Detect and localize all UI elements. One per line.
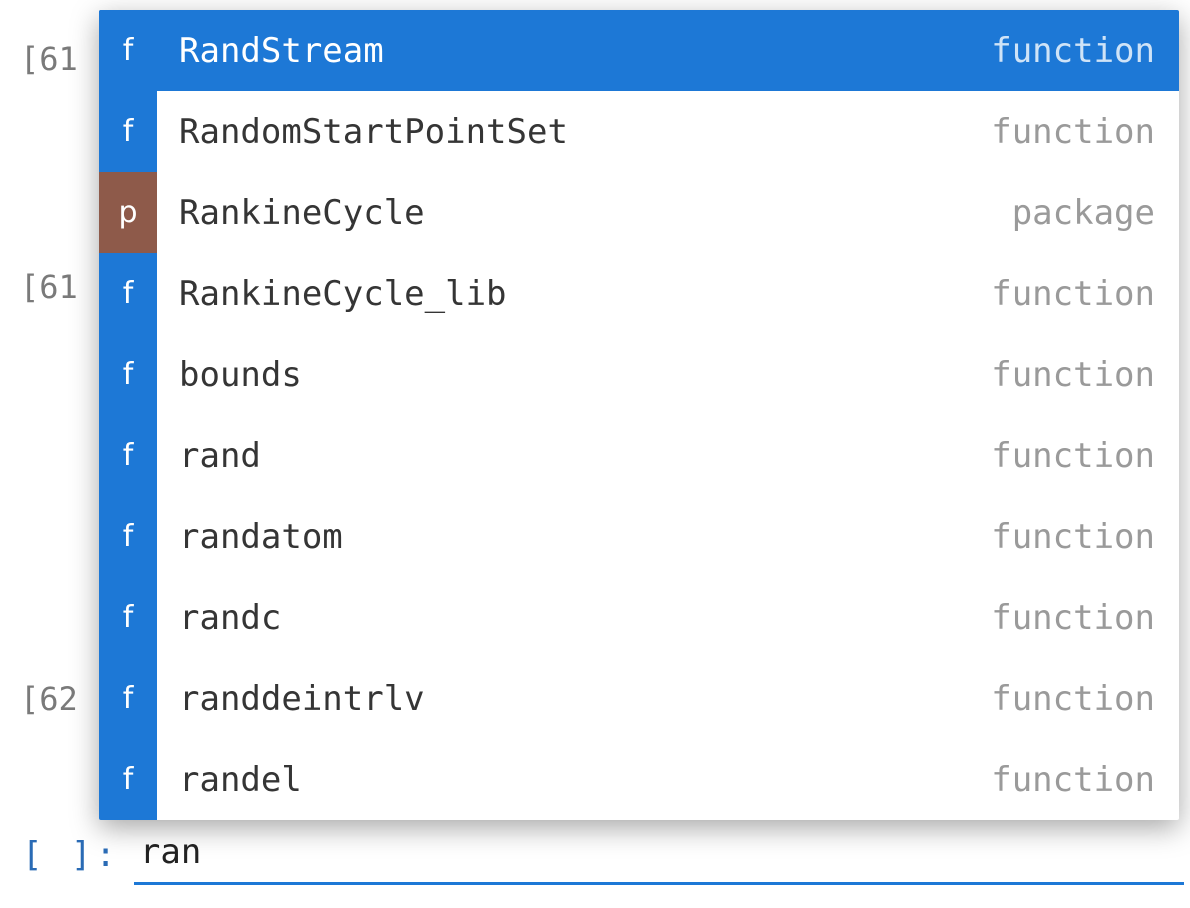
function-icon: f <box>99 334 157 415</box>
autocomplete-item[interactable]: frandfunction <box>99 415 1179 496</box>
autocomplete-item-kind: function <box>991 274 1179 314</box>
function-icon: f <box>99 91 157 172</box>
function-icon: f <box>99 253 157 334</box>
autocomplete-item-name: RandStream <box>157 31 991 71</box>
cell-prompt-61a: [61 <box>20 40 78 78</box>
autocomplete-item-name: randdeintrlv <box>157 679 991 719</box>
autocomplete-item-kind: function <box>991 112 1179 152</box>
autocomplete-item-name: randc <box>157 598 991 638</box>
function-icon: f <box>99 496 157 577</box>
autocomplete-item[interactable]: pRankineCyclepackage <box>99 172 1179 253</box>
autocomplete-item[interactable]: fRankineCycle_libfunction <box>99 253 1179 334</box>
function-icon: f <box>99 577 157 658</box>
function-icon: f <box>99 10 157 91</box>
autocomplete-popup[interactable]: fRandStreamfunctionfRandomStartPointSetf… <box>99 10 1179 820</box>
autocomplete-item-kind: function <box>991 31 1179 71</box>
autocomplete-item-name: RankineCycle <box>157 193 1012 233</box>
autocomplete-item[interactable]: fboundsfunction <box>99 334 1179 415</box>
autocomplete-item-kind: function <box>991 517 1179 557</box>
input-row: [ ]: <box>22 825 1184 885</box>
autocomplete-item-kind: function <box>991 598 1179 638</box>
cell-prompt-62: [62 <box>20 680 78 718</box>
autocomplete-item-name: rand <box>157 436 991 476</box>
autocomplete-item[interactable]: frandelfunction <box>99 739 1179 820</box>
package-icon: p <box>99 172 157 253</box>
function-icon: f <box>99 415 157 496</box>
autocomplete-item-name: RankineCycle_lib <box>157 274 991 314</box>
autocomplete-item[interactable]: frandcfunction <box>99 577 1179 658</box>
prompt-bracket: [ ]: <box>22 835 120 875</box>
code-input[interactable] <box>134 825 1184 885</box>
autocomplete-item[interactable]: fRandomStartPointSetfunction <box>99 91 1179 172</box>
autocomplete-item[interactable]: frandatomfunction <box>99 496 1179 577</box>
autocomplete-item-name: RandomStartPointSet <box>157 112 991 152</box>
autocomplete-item-kind: function <box>991 436 1179 476</box>
cell-prompt-61b: [61 <box>20 268 78 306</box>
autocomplete-item-kind: function <box>991 760 1179 800</box>
autocomplete-item[interactable]: franddeintrlvfunction <box>99 658 1179 739</box>
autocomplete-item-kind: package <box>1012 193 1179 233</box>
autocomplete-item-name: bounds <box>157 355 991 395</box>
function-icon: f <box>99 658 157 739</box>
autocomplete-item-name: randatom <box>157 517 991 557</box>
autocomplete-item-kind: function <box>991 355 1179 395</box>
function-icon: f <box>99 739 157 820</box>
autocomplete-item-name: randel <box>157 760 991 800</box>
autocomplete-item[interactable]: fRandStreamfunction <box>99 10 1179 91</box>
autocomplete-item-kind: function <box>991 679 1179 719</box>
